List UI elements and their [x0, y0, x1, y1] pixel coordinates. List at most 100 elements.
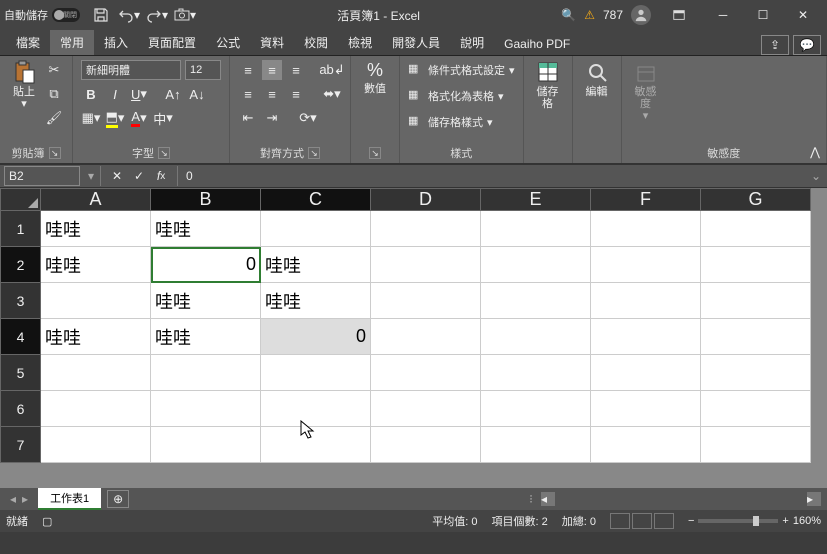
maximize-button[interactable]: ☐	[743, 0, 783, 30]
cell-A7[interactable]	[41, 427, 151, 463]
cell-A1[interactable]: 哇哇	[41, 211, 151, 247]
cell-B4[interactable]: 哇哇	[151, 319, 261, 355]
tab-home[interactable]: 常用	[50, 30, 94, 55]
cell-C1[interactable]	[261, 211, 371, 247]
col-header-C[interactable]: C	[261, 189, 371, 211]
cell-F4[interactable]	[591, 319, 701, 355]
save-icon[interactable]	[90, 4, 112, 26]
col-header-G[interactable]: G	[701, 189, 811, 211]
merge-cells-icon[interactable]: ⬌▾	[322, 84, 342, 104]
expand-formula-bar-icon[interactable]: ⌄	[805, 169, 827, 183]
cell-G6[interactable]	[701, 391, 811, 427]
ribbon-display-icon[interactable]	[659, 0, 699, 30]
row-header-6[interactable]: 6	[1, 391, 41, 427]
cell-F7[interactable]	[591, 427, 701, 463]
col-header-D[interactable]: D	[371, 189, 481, 211]
cell-G3[interactable]	[701, 283, 811, 319]
formula-input[interactable]	[180, 169, 805, 183]
autosave-toggle[interactable]: 自動儲存 關閉	[4, 7, 80, 23]
col-header-E[interactable]: E	[481, 189, 591, 211]
decrease-indent-icon[interactable]: ⇤	[238, 108, 258, 128]
wrap-text-icon[interactable]: ab↲	[322, 60, 342, 80]
col-header-A[interactable]: A	[41, 189, 151, 211]
search-icon[interactable]: 🔍	[561, 8, 576, 22]
align-center-icon[interactable]: ≡	[262, 84, 282, 104]
orientation-icon[interactable]: ⟳▾	[298, 108, 318, 128]
cell-G2[interactable]	[701, 247, 811, 283]
cell-A5[interactable]	[41, 355, 151, 391]
zoom-out-icon[interactable]: −	[688, 515, 694, 527]
cell-D2[interactable]	[371, 247, 481, 283]
tab-view[interactable]: 檢視	[338, 30, 382, 55]
format-as-table-button[interactable]: ▦格式化為表格 ▾	[408, 86, 515, 106]
cell-A2[interactable]: 哇哇	[41, 247, 151, 283]
tab-data[interactable]: 資料	[250, 30, 294, 55]
minimize-button[interactable]: ─	[703, 0, 743, 30]
cell-B5[interactable]	[151, 355, 261, 391]
cell-G5[interactable]	[701, 355, 811, 391]
share-icon[interactable]: ⇪	[761, 35, 789, 55]
cell-F6[interactable]	[591, 391, 701, 427]
row-header-1[interactable]: 1	[1, 211, 41, 247]
number-launcher-icon[interactable]: ↘	[369, 147, 381, 159]
editing-button[interactable]: 編輯	[581, 60, 613, 98]
align-bottom-icon[interactable]: ≡	[286, 60, 306, 80]
select-all-corner[interactable]	[1, 189, 41, 211]
cell-D1[interactable]	[371, 211, 481, 247]
cell-A3[interactable]	[41, 283, 151, 319]
name-box-dropdown-icon[interactable]: ▾	[84, 169, 98, 183]
font-color-icon[interactable]: A▾	[129, 108, 149, 128]
cell-C5[interactable]	[261, 355, 371, 391]
col-header-B[interactable]: B	[151, 189, 261, 211]
row-header-5[interactable]: 5	[1, 355, 41, 391]
cell-B6[interactable]	[151, 391, 261, 427]
cell-D6[interactable]	[371, 391, 481, 427]
phonetic-icon[interactable]: 中▾	[153, 108, 173, 128]
align-right-icon[interactable]: ≡	[286, 84, 306, 104]
cell-F5[interactable]	[591, 355, 701, 391]
cell-D3[interactable]	[371, 283, 481, 319]
tab-layout[interactable]: 頁面配置	[138, 30, 206, 55]
align-top-icon[interactable]: ≡	[238, 60, 258, 80]
align-left-icon[interactable]: ≡	[238, 84, 258, 104]
cell-E4[interactable]	[481, 319, 591, 355]
cell-D5[interactable]	[371, 355, 481, 391]
italic-button[interactable]: I	[105, 84, 125, 104]
cell-E6[interactable]	[481, 391, 591, 427]
comments-icon[interactable]: 💬	[793, 35, 821, 55]
cell-E1[interactable]	[481, 211, 591, 247]
macro-record-icon[interactable]: ▢	[42, 515, 52, 528]
tab-formulas[interactable]: 公式	[206, 30, 250, 55]
spreadsheet-grid[interactable]: ABCDEFG1哇哇哇哇2哇哇0哇哇3哇哇哇哇4哇哇哇哇0567	[0, 188, 827, 488]
cell-C4[interactable]: 0	[261, 319, 371, 355]
font-size-select[interactable]	[185, 60, 221, 80]
underline-button[interactable]: U ▾	[129, 84, 149, 104]
cell-C6[interactable]	[261, 391, 371, 427]
account-icon[interactable]	[631, 5, 651, 25]
grow-font-icon[interactable]: A↑	[163, 84, 183, 104]
zoom-control[interactable]: − + 160%	[688, 515, 821, 527]
row-header-4[interactable]: 4	[1, 319, 41, 355]
cell-B7[interactable]	[151, 427, 261, 463]
cell-D7[interactable]	[371, 427, 481, 463]
insert-function-icon[interactable]: fx	[151, 166, 171, 186]
sheet-nav-next-icon[interactable]: ▸	[22, 492, 28, 506]
row-header-7[interactable]: 7	[1, 427, 41, 463]
zoom-in-icon[interactable]: +	[782, 515, 788, 527]
number-format-button[interactable]: % 數值	[359, 60, 391, 95]
cell-G1[interactable]	[701, 211, 811, 247]
cell-E7[interactable]	[481, 427, 591, 463]
row-header-3[interactable]: 3	[1, 283, 41, 319]
tab-review[interactable]: 校閱	[294, 30, 338, 55]
zoom-level[interactable]: 160%	[793, 515, 821, 527]
enter-formula-icon[interactable]: ✓	[129, 166, 149, 186]
redo-icon[interactable]: ▾	[146, 4, 168, 26]
close-button[interactable]: ✕	[783, 0, 823, 30]
cell-F2[interactable]	[591, 247, 701, 283]
cell-D4[interactable]	[371, 319, 481, 355]
increase-indent-icon[interactable]: ⇥	[262, 108, 282, 128]
cell-styles-button[interactable]: ▦儲存格樣式 ▾	[408, 112, 515, 132]
sheet-nav-prev-icon[interactable]: ◂	[10, 492, 16, 506]
cell-E5[interactable]	[481, 355, 591, 391]
cell-A4[interactable]: 哇哇	[41, 319, 151, 355]
